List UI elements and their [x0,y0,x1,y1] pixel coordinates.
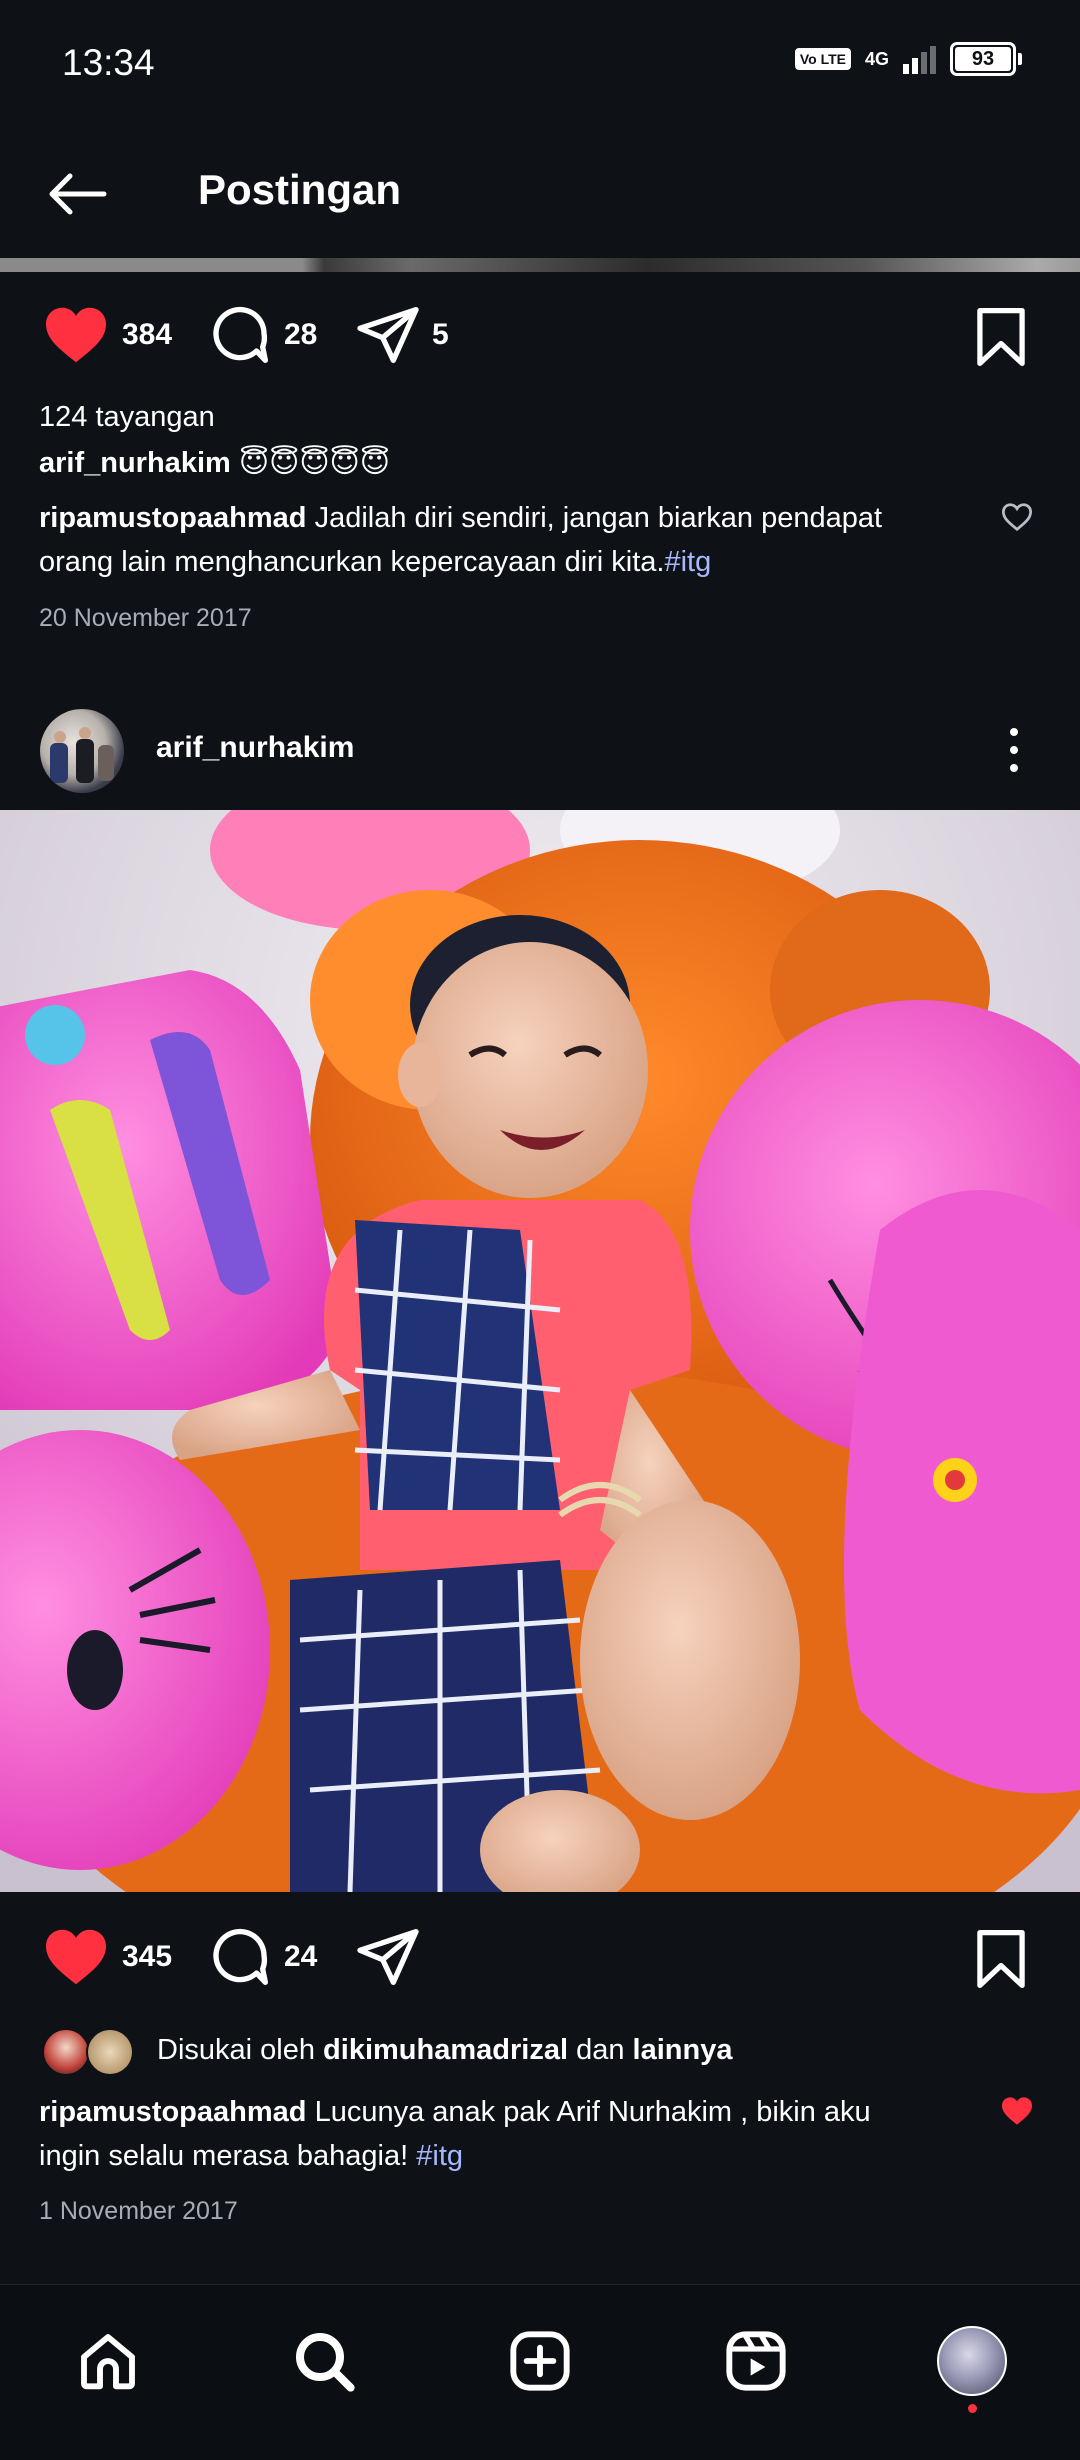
send-icon [357,307,419,364]
reels-icon [726,2331,786,2391]
battery-level: 93 [971,47,995,70]
status-bar: 13:34 Vo LTE 4G 93 [0,0,1080,130]
bookmark-icon [977,308,1025,366]
post1-share-count: 5 [432,318,449,351]
liked-by-text: Disukai oleh dikimuhamadrizal dan lainny… [157,2034,732,2067]
liker-avatar [86,2028,134,2076]
profile-avatar [937,2326,1007,2396]
post2-comment: ripamustopaahmad Lucunya anak pak Arif N… [39,2090,939,2178]
page-title: Postingan [198,166,402,213]
post1-author-emojis: 😇😇😇😇😇 [238,447,391,479]
post2-date: 1 November 2017 [39,2197,238,2225]
post2-comment-count: 24 [284,1940,318,1973]
post1-comment-count: 28 [284,318,318,351]
post2-comment-tag[interactable]: #itg [416,2140,463,2172]
heart-filled-icon [46,307,106,363]
post1-views: 124 tayangan [39,401,215,433]
nav-profile[interactable] [932,2321,1012,2413]
post1-share-button[interactable]: 5 [356,290,449,380]
comment-icon [213,307,268,363]
post1-comment-user[interactable]: ripamustopaahmad [39,502,307,534]
back-arrow-icon [49,173,107,215]
post1-comment-button[interactable]: 28 [208,290,317,380]
post1-comment-like-button[interactable] [1000,502,1034,537]
post1-author-line: arif_nurhakim 😇😇😇😇😇 [39,442,390,484]
search-icon [296,2333,355,2392]
send-icon [357,1929,419,1986]
post1-comment: ripamustopaahmad Jadilah diri sendiri, j… [39,496,939,584]
post2-actions: 345 24 [0,1912,1080,2002]
create-icon [510,2331,570,2391]
previous-post-image[interactable] [0,258,1080,272]
nav-create[interactable] [500,2321,580,2401]
liked-by-others[interactable]: lainnya [633,2034,733,2066]
post1-comment-tag[interactable]: #itg [664,546,711,578]
post2-author-name[interactable]: arif_nurhakim [156,731,354,765]
volte-icon: Vo LTE [794,48,851,70]
post1-like-count: 384 [122,318,173,351]
liked-by-user[interactable]: dikimuhamadrizal [323,2034,568,2066]
heart-filled-icon [1002,2097,1032,2125]
post1-author[interactable]: arif_nurhakim [39,447,231,479]
post2-header: arif_nurhakim [0,695,1080,805]
home-icon [81,2334,135,2390]
post-screen: 13:34 Vo LTE 4G 93 Postingan 384 28 5 12… [0,0,1080,2460]
status-icons: Vo LTE 4G 93 [794,42,1022,76]
post1-date: 20 November 2017 [39,604,252,632]
post2-comment-button[interactable]: 24 [208,1912,317,2002]
post2-like-button[interactable]: 345 [42,1912,172,2002]
bookmark-icon [977,1930,1025,1988]
network-type: 4G [864,48,889,69]
baby-photo-illustration [0,810,1080,1892]
app-header: Postingan [0,130,1080,260]
liked-by-prefix: Disukai oleh [157,2034,315,2066]
nav-home[interactable] [68,2321,148,2401]
heart-outline-icon [1001,503,1033,532]
post2-photo[interactable] [0,810,1080,1892]
post1-save-button[interactable] [974,308,1028,371]
post2-comment-like-button[interactable] [1000,2096,1034,2131]
post2-author-avatar[interactable] [40,709,124,793]
heart-filled-icon [46,1929,106,1985]
post1-like-button[interactable]: 384 [42,290,172,380]
post2-save-button[interactable] [974,1930,1028,1993]
signal-icon [903,44,936,74]
nav-reels[interactable] [716,2321,796,2401]
post2-liked-by[interactable]: Disukai oleh dikimuhamadrizal dan lainny… [0,2024,1080,2080]
liked-by-and: dan [576,2034,625,2066]
post2-like-count: 345 [122,1940,173,1973]
post1-actions: 384 28 5 [0,290,1080,380]
post2-more-button[interactable] [984,715,1044,785]
nav-search[interactable] [284,2321,364,2401]
back-button[interactable] [40,158,112,230]
post2-comment-user[interactable]: ripamustopaahmad [39,2096,307,2128]
comment-icon [213,1929,268,1985]
notification-dot [968,2404,977,2413]
post2-share-button[interactable] [356,1912,420,2002]
liker-avatar [42,2028,90,2076]
more-dot-icon [1010,728,1018,736]
status-time: 13:34 [62,42,155,83]
bottom-navigation [0,2284,1080,2460]
battery-icon: 93 [950,42,1022,76]
